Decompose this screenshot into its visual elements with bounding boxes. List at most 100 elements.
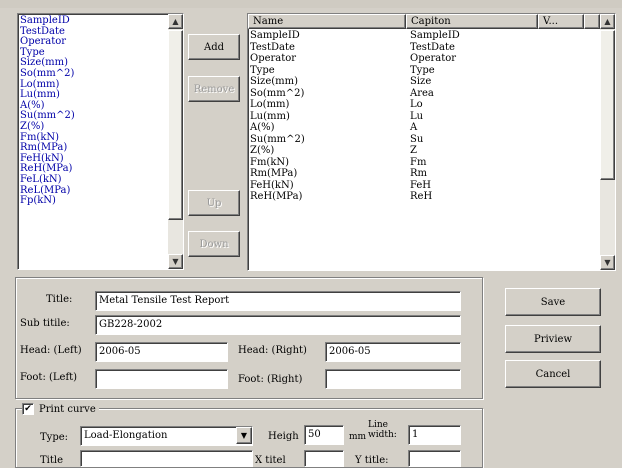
subtitle-field[interactable]: GB228-2002 xyxy=(95,315,461,335)
available-field-item[interactable]: Fp(kN) xyxy=(20,195,75,207)
grid-row[interactable]: Size(mm) Size xyxy=(248,76,578,88)
grid-cell-visible[interactable] xyxy=(538,134,578,146)
column-header-visible[interactable]: V... xyxy=(538,14,584,29)
head-left-label: Head: (Left) xyxy=(20,345,82,356)
scroll-down-button[interactable]: ▼ xyxy=(168,254,183,269)
grid-cell-name: So(mm^2) xyxy=(250,87,305,99)
grid-cell-visible[interactable] xyxy=(538,122,578,134)
grid-cell-caption[interactable]: Size xyxy=(406,76,538,88)
grid-cell-caption[interactable]: Area xyxy=(406,88,538,100)
save-button[interactable]: Save xyxy=(505,288,601,316)
grid-scroll-down-button[interactable]: ▼ xyxy=(600,255,615,270)
head-right-field[interactable]: 2006-05 xyxy=(325,342,461,362)
grid-row[interactable]: Lo(mm) Lo xyxy=(248,99,578,111)
grid-cell-visible[interactable] xyxy=(538,191,578,203)
grid-cell-caption[interactable]: Type xyxy=(406,65,538,77)
grid-row[interactable]: Type Type xyxy=(248,65,578,77)
grid-cell-visible[interactable] xyxy=(538,53,578,65)
grid-cell-visible[interactable] xyxy=(538,157,578,169)
column-header-filler xyxy=(584,14,600,29)
curve-type-select[interactable]: Load-Elongation ▼ xyxy=(80,426,253,446)
grid-row[interactable]: ReH(MPa) ReH xyxy=(248,191,578,203)
up-button[interactable]: Up xyxy=(188,190,240,216)
column-header-caption[interactable]: Capiton xyxy=(406,14,538,29)
head-right-label: Head: (Right) xyxy=(238,345,307,356)
grid-cell-visible[interactable] xyxy=(538,99,578,111)
grid-cell-name: Type xyxy=(250,64,275,76)
grid-row[interactable]: TestDate TestDate xyxy=(248,42,578,54)
scroll-up-button[interactable]: ▲ xyxy=(168,14,183,29)
available-field-item[interactable]: Z(%) xyxy=(20,121,75,133)
y-title-field[interactable] xyxy=(408,450,461,467)
chevron-down-icon: ▼ xyxy=(172,257,179,266)
cancel-button[interactable]: Cancel xyxy=(505,360,601,388)
down-button[interactable]: Down xyxy=(188,231,240,257)
grid-row[interactable]: Rm(MPa) Rm xyxy=(248,168,578,180)
grid-row[interactable]: FeH(kN) FeH xyxy=(248,180,578,192)
grid-cell-visible[interactable] xyxy=(538,180,578,192)
grid-cell-visible[interactable] xyxy=(538,42,578,54)
grid-cell-name: Fm(kN) xyxy=(250,156,290,168)
available-field-item[interactable]: So(mm^2) xyxy=(20,68,75,80)
available-field-item[interactable]: FeL(kN) xyxy=(20,174,75,186)
grid-cell-caption[interactable]: Rm xyxy=(406,168,538,180)
grid-cell-caption[interactable]: ReH xyxy=(406,191,538,203)
x-title-field[interactable] xyxy=(304,450,344,467)
subtitle-label: Sub titile: xyxy=(20,318,70,329)
preview-button[interactable]: Priview xyxy=(505,325,601,353)
available-fields-list[interactable]: SampleID TestDate Operator Type Size(mm) So(m… xyxy=(17,13,184,270)
column-header-name[interactable]: Name xyxy=(248,14,406,29)
grid-cell-caption[interactable]: Z xyxy=(406,145,538,157)
scroll-thumb[interactable] xyxy=(168,30,183,220)
foot-right-field[interactable] xyxy=(325,369,461,389)
grid-scroll-up-button[interactable]: ▲ xyxy=(600,14,615,29)
foot-left-field[interactable] xyxy=(95,369,228,389)
grid-row[interactable]: SampleID SampleID xyxy=(248,30,578,42)
grid-cell-caption[interactable]: Operator xyxy=(406,53,538,65)
grid-row[interactable]: Lu(mm) Lu xyxy=(248,111,578,123)
grid-cell-visible[interactable] xyxy=(538,145,578,157)
grid-row[interactable]: Fm(kN) Fm xyxy=(248,157,578,169)
add-button[interactable]: Add xyxy=(188,34,240,60)
grid-scrollbar[interactable]: ▲ ▼ xyxy=(600,14,615,270)
grid-cell-caption[interactable]: A xyxy=(406,122,538,134)
height-field[interactable]: 50 xyxy=(304,425,344,445)
grid-row[interactable]: Su(mm^2) Su xyxy=(248,134,578,146)
curve-type-value: Load-Elongation xyxy=(84,430,168,441)
print-curve-checkbox[interactable]: ✔ Print curve xyxy=(22,403,99,415)
available-field-item[interactable]: SampleID xyxy=(20,15,75,27)
grid-cell-visible[interactable] xyxy=(538,76,578,88)
grid-cell-visible[interactable] xyxy=(538,88,578,100)
grid-cell-caption[interactable]: TestDate xyxy=(406,42,538,54)
grid-cell-caption[interactable]: Lu xyxy=(406,111,538,123)
line-width-field[interactable]: 1 xyxy=(408,425,461,445)
grid-cell-caption[interactable]: Su xyxy=(406,134,538,146)
curve-title-field[interactable] xyxy=(80,450,253,467)
grid-cell-visible[interactable] xyxy=(538,30,578,42)
grid-scroll-thumb[interactable] xyxy=(600,30,615,180)
grid-cell-caption[interactable]: SampleID xyxy=(406,30,538,42)
grid-row[interactable]: A(%) A xyxy=(248,122,578,134)
head-left-field[interactable]: 2006-05 xyxy=(95,342,228,362)
grid-row[interactable]: Z(%) Z xyxy=(248,145,578,157)
grid-cell-name: Lo(mm) xyxy=(250,99,290,110)
y-title-label: Y title: xyxy=(355,455,389,466)
grid-cell-caption[interactable]: Fm xyxy=(406,157,538,169)
grid-cell-name: ReH(MPa) xyxy=(250,191,303,202)
grid-cell-visible[interactable] xyxy=(538,168,578,180)
dropdown-button[interactable]: ▼ xyxy=(236,427,252,444)
grid-cell-caption[interactable]: FeH xyxy=(406,180,538,192)
selected-fields-grid[interactable]: Name Capiton V... SampleID SampleID TestDa… xyxy=(247,13,616,271)
line-width-label: Line width: xyxy=(368,420,397,440)
title-field[interactable]: Metal Tensile Test Report xyxy=(95,291,461,311)
available-fields-scrollbar[interactable]: ▲ ▼ xyxy=(168,14,183,269)
grid-row[interactable]: Operator Operator xyxy=(248,53,578,65)
grid-cell-caption[interactable]: Lo xyxy=(406,99,538,111)
remove-button[interactable]: Remove xyxy=(188,76,240,102)
checkbox-box[interactable]: ✔ xyxy=(22,403,34,415)
grid-row[interactable]: So(mm^2) Area xyxy=(248,88,578,100)
curve-title-label: Title xyxy=(40,455,64,466)
grid-cell-visible[interactable] xyxy=(538,111,578,123)
grid-cell-visible[interactable] xyxy=(538,65,578,77)
height-unit-label: mm xyxy=(349,432,367,442)
